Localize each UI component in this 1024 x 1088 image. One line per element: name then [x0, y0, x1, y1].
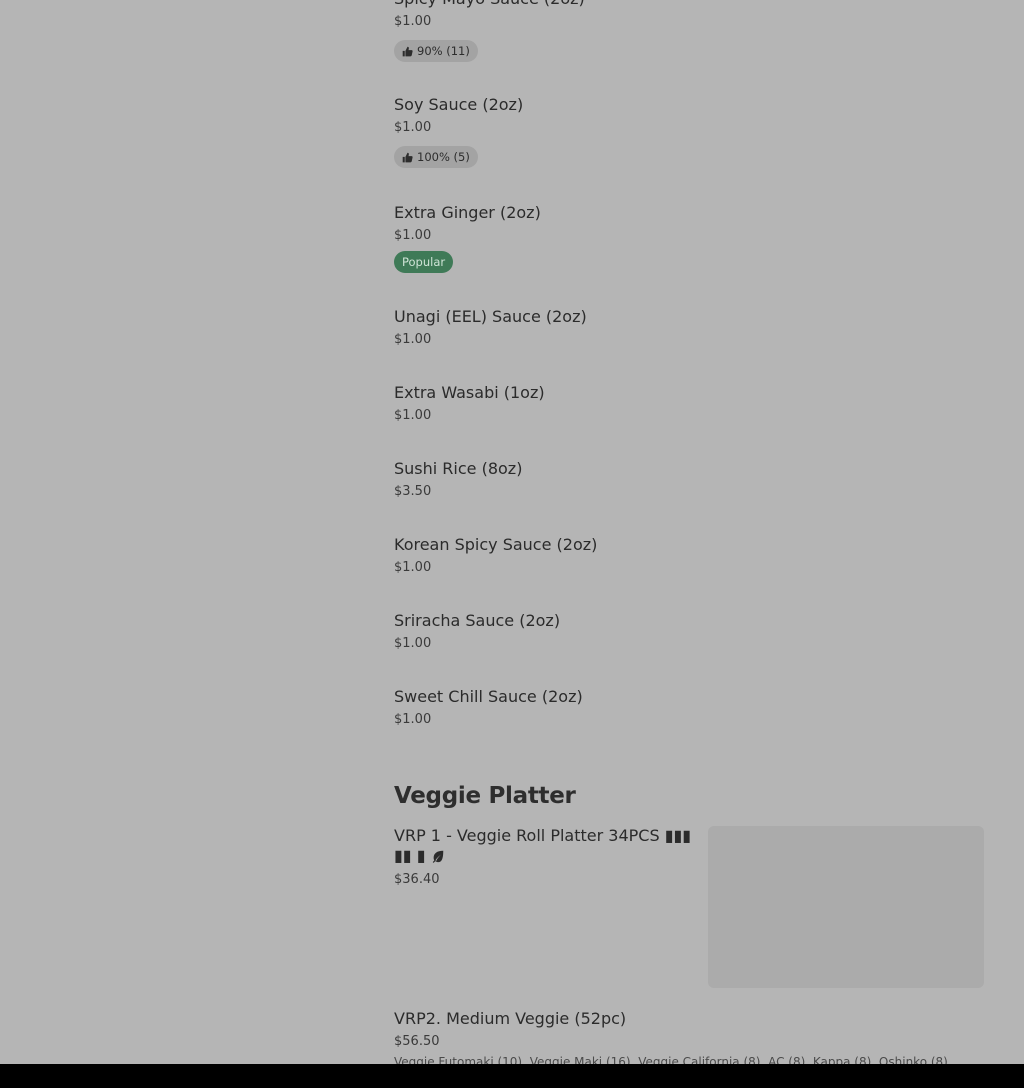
item-name: Sriracha Sauce (2oz) [394, 611, 561, 630]
menu-item-sushi-rice[interactable]: Sushi Rice (8oz) $3.50 [394, 458, 522, 501]
item-price: $1.00 [394, 712, 432, 727]
item-name: Unagi (EEL) Sauce (2oz) [394, 307, 587, 326]
item-name: Sushi Rice (8oz) [394, 459, 523, 478]
item-price: $1.00 [394, 636, 432, 651]
menu-item-vrp1[interactable]: VRP 1 - Veggie Roll Platter 34PCS ▮▮▮ ▮▮… [394, 826, 984, 988]
item-name: Extra Wasabi (1oz) [394, 383, 545, 402]
menu-item-extra-wasabi[interactable]: Extra Wasabi (1oz) $1.00 [394, 382, 545, 425]
menu-item-spicy-mayo[interactable]: Spicy Mayo Sauce (2oz) $1.00 90% (11) [394, 0, 585, 62]
item-name: Spicy Mayo Sauce (2oz) [394, 0, 585, 10]
rating-badge: 90% (11) [394, 40, 478, 62]
item-image[interactable] [708, 826, 984, 988]
item-price: $1.00 [394, 560, 432, 575]
rating-text: 90% (11) [417, 44, 470, 58]
menu-page: Spicy Mayo Sauce (2oz) $1.00 90% (11) So… [0, 0, 1024, 1088]
rating-badge: 100% (5) [394, 146, 478, 168]
item-name: Soy Sauce (2oz) [394, 95, 524, 114]
thumbs-up-icon [402, 46, 413, 56]
menu-item-sweet-chill-sauce[interactable]: Sweet Chill Sauce (2oz) $1.00 [394, 686, 583, 729]
menu-item-soy-sauce[interactable]: Soy Sauce (2oz) $1.00 100% (5) [394, 94, 523, 168]
item-price: $3.50 [394, 484, 432, 499]
item-price: $56.50 [394, 1034, 440, 1049]
leaf-icon [432, 850, 443, 863]
popular-badge: Popular [394, 251, 454, 273]
thumbs-up-icon [402, 152, 413, 162]
menu-item-unagi-sauce[interactable]: Unagi (EEL) Sauce (2oz) $1.00 [394, 306, 587, 349]
bottom-bar [0, 1064, 1024, 1088]
item-price: $1.00 [394, 408, 432, 423]
menu-item-korean-spicy-sauce[interactable]: Korean Spicy Sauce (2oz) $1.00 [394, 534, 597, 577]
rating-text: 100% (5) [417, 150, 470, 164]
menu-item-sriracha-sauce[interactable]: Sriracha Sauce (2oz) $1.00 [394, 610, 560, 653]
section-heading-veggie-platter: Veggie Platter [394, 783, 576, 809]
item-name: Sweet Chill Sauce (2oz) [394, 687, 583, 706]
item-name: VRP2. Medium Veggie (52pc) [394, 1009, 627, 1028]
item-name: VRP 1 - Veggie Roll Platter 34PCS ▮▮▮ ▮▮… [394, 826, 694, 866]
item-price: $1.00 [394, 120, 432, 135]
item-name: Korean Spicy Sauce (2oz) [394, 535, 598, 554]
item-price: $1.00 [394, 228, 432, 243]
item-price: $1.00 [394, 332, 432, 347]
menu-item-vrp2[interactable]: VRP2. Medium Veggie (52pc) $56.50 Veggie… [394, 1008, 954, 1069]
item-price: $1.00 [394, 14, 432, 29]
menu-item-extra-ginger[interactable]: Extra Ginger (2oz) $1.00 Popular [394, 202, 541, 273]
item-name: Extra Ginger (2oz) [394, 203, 541, 222]
